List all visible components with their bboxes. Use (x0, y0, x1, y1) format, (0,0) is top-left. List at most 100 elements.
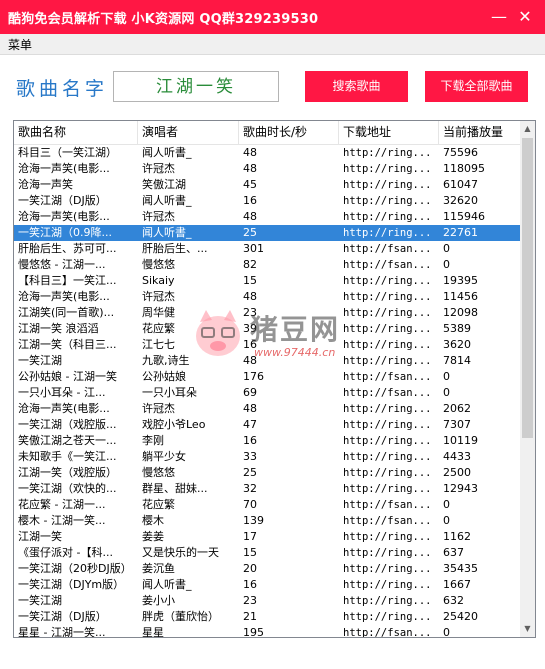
cell-download-url: http://ring... (343, 563, 432, 575)
cell-download-url: http://ring... (343, 307, 432, 319)
table-row[interactable]: 一笑江湖 姜小小 23 http://ring... 632 (14, 593, 521, 609)
cell-play-count: 10119 (443, 434, 478, 447)
cell-play-count: 0 (443, 370, 450, 383)
table-row[interactable]: 沧海一声笑(电影... 许冠杰 48 http://ring... 2062 (14, 401, 521, 417)
table-row[interactable]: 沧海一声笑(电影... 许冠杰 48 http://ring... 11456 (14, 289, 521, 305)
table-row[interactable]: 慢悠悠 - 江湖一... 慢悠悠 82 http://fsan... 0 (14, 257, 521, 273)
cell-download-url: http://ring... (343, 147, 432, 159)
close-button[interactable]: ✕ (513, 5, 537, 29)
table-row[interactable]: 《蛋仔派对 -【科... 又是快乐的一天 15 http://ring... 637 (14, 545, 521, 561)
column-header-download-url[interactable]: 下载地址 (339, 121, 439, 144)
cell-duration: 47 (243, 418, 257, 431)
cell-song-name: 一笑江湖（DJYm版） (18, 578, 125, 591)
cell-artist: 许冠杰 (142, 290, 175, 303)
column-header-duration[interactable]: 歌曲时长/秒 (239, 121, 339, 144)
cell-download-url: http://ring... (343, 483, 432, 495)
table-row[interactable]: 一笑江湖（DJYm版） 闻人听書_ 16 http://ring... 1667 (14, 577, 521, 593)
cell-download-url: http://ring... (343, 531, 432, 543)
cell-duration: 48 (243, 162, 257, 175)
cell-artist: 花应繁 (142, 498, 175, 511)
cell-download-url: http://ring... (343, 419, 432, 431)
cell-play-count: 35435 (443, 562, 478, 575)
table-row[interactable]: 未知歌手《一笑江... 躺平少女 33 http://ring... 4433 (14, 449, 521, 465)
table-row[interactable]: 肝胎后生、苏可可... 肝胎后生、... 301 http://fsan... 0 (14, 241, 521, 257)
cell-download-url: http://ring... (343, 291, 432, 303)
cell-duration: 195 (243, 626, 264, 638)
column-header-play-count[interactable]: 当前播放量 (439, 121, 521, 144)
cell-artist: Sikaiy (142, 274, 175, 287)
table-row[interactable]: 一笑江湖（20秒DJ版） 姜沉鱼 20 http://ring... 35435 (14, 561, 521, 577)
table-row[interactable]: 樱木 - 江湖一笑... 樱木 139 http://fsan... 0 (14, 513, 521, 529)
cell-duration: 23 (243, 594, 257, 607)
cell-duration: 69 (243, 386, 257, 399)
table-row[interactable]: 笑傲江湖之苍天一... 李刚 16 http://ring... 10119 (14, 433, 521, 449)
window-title: 酷狗免会员解析下载 小K资源网 QQ群329239530 (8, 12, 319, 27)
table-row[interactable]: 公孙姑娘 - 江湖一笑 公孙姑娘 176 http://fsan... 0 (14, 369, 521, 385)
table-row[interactable]: 沧海一声笑 笑傲江湖 45 http://ring... 61047 (14, 177, 521, 193)
cell-download-url: http://ring... (343, 163, 432, 175)
cell-duration: 16 (243, 338, 257, 351)
table-row[interactable]: 一笑江湖（欢快的... 群星、甜妹... 32 http://ring... 12943 (14, 481, 521, 497)
table-row[interactable]: 花应繁 - 江湖一... 花应繁 70 http://fsan... 0 (14, 497, 521, 513)
download-all-button[interactable]: 下载全部歌曲 (425, 71, 528, 102)
table-row[interactable]: 星星 - 江湖一笑... 星星 195 http://fsan... 0 (14, 625, 521, 638)
table-row[interactable]: 沧海一声笑(电影... 许冠杰 48 http://ring... 115946 (14, 209, 521, 225)
cell-artist: 许冠杰 (142, 162, 175, 175)
song-name-label: 歌曲名字 (16, 78, 109, 100)
cell-duration: 48 (243, 210, 257, 223)
table-row[interactable]: 一笑江湖（0.9降... 闻人听書_ 25 http://ring... 22761 (14, 225, 521, 241)
cell-play-count: 118095 (443, 162, 485, 175)
cell-play-count: 12098 (443, 306, 478, 319)
table-row[interactable]: 江湖一笑（科目三... 江七七 16 http://ring... 3620 (14, 337, 521, 353)
cell-play-count: 3620 (443, 338, 471, 351)
menu-item-main[interactable]: 菜单 (8, 36, 32, 53)
table-row[interactable]: 江湖笑(同一首歌)... 周华健 23 http://ring... 12098 (14, 305, 521, 321)
cell-play-count: 2062 (443, 402, 471, 415)
cell-play-count: 75596 (443, 146, 478, 159)
cell-song-name: 花应繁 - 江湖一... (18, 498, 106, 511)
column-header-artist[interactable]: 演唱者 (138, 121, 239, 144)
cell-duration: 17 (243, 530, 257, 543)
cell-song-name: 一只小耳朵 - 江... (18, 386, 106, 399)
table-row[interactable]: 一笑江湖（DJ版） 胖虎（董欣怡） 21 http://ring... 25420 (14, 609, 521, 625)
table-row[interactable]: 一只小耳朵 - 江... 一只小耳朵 69 http://fsan... 0 (14, 385, 521, 401)
cell-duration: 82 (243, 258, 257, 271)
table-row[interactable]: 江湖一笑 浪滔滔 花应繁 39 http://ring... 5389 (14, 321, 521, 337)
cell-play-count: 19395 (443, 274, 478, 287)
cell-duration: 70 (243, 498, 257, 511)
song-name-input[interactable]: 江湖一笑 (113, 71, 279, 102)
scroll-down-icon[interactable]: ▼ (520, 621, 535, 637)
table-row[interactable]: 一笑江湖（戏腔版... 戏腔小爷Leo 47 http://ring... 7307 (14, 417, 521, 433)
cell-duration: 15 (243, 546, 257, 559)
table-row[interactable]: 科目三（一笑江湖） 闻人听書_ 48 http://ring... 75596 (14, 145, 521, 161)
cell-song-name: 《蛋仔派对 -【科... (18, 546, 113, 559)
column-header-song-name[interactable]: 歌曲名称 (14, 121, 138, 144)
table-row[interactable]: 江湖一笑 姜姜 17 http://ring... 1162 (14, 529, 521, 545)
cell-download-url: http://fsan... (343, 243, 432, 255)
scroll-up-icon[interactable]: ▲ (520, 121, 535, 137)
cell-song-name: 笑傲江湖之苍天一... (18, 434, 117, 447)
cell-duration: 16 (243, 578, 257, 591)
scrollbar-thumb[interactable] (522, 138, 533, 438)
table-row[interactable]: 【科目三】一笑江... Sikaiy 15 http://ring... 19395 (14, 273, 521, 289)
cell-download-url: http://ring... (343, 355, 432, 367)
table-row[interactable]: 沧海一声笑(电影... 许冠杰 48 http://ring... 118095 (14, 161, 521, 177)
cell-play-count: 0 (443, 386, 450, 399)
title-bar: 酷狗免会员解析下载 小K资源网 QQ群329239530 — ✕ (0, 0, 545, 34)
cell-artist: 闻人听書_ (142, 194, 192, 207)
song-table[interactable]: 歌曲名称 演唱者 歌曲时长/秒 下载地址 当前播放量 科目三（一笑江湖） 闻人听書… (13, 120, 536, 638)
search-button[interactable]: 搜索歌曲 (305, 71, 408, 102)
minimize-button[interactable]: — (487, 5, 511, 29)
table-row[interactable]: 江湖一笑（戏腔版） 慢悠悠 25 http://ring... 2500 (14, 465, 521, 481)
cell-download-url: http://fsan... (343, 259, 432, 271)
cell-song-name: 江湖一笑 浪滔滔 (18, 322, 99, 335)
cell-artist: 姜小小 (142, 594, 175, 607)
cell-duration: 15 (243, 274, 257, 287)
cell-song-name: 慢悠悠 - 江湖一... (18, 258, 106, 271)
table-row[interactable]: 一笑江湖（DJ版） 闻人听書_ 16 http://ring... 32620 (14, 193, 521, 209)
vertical-scrollbar[interactable]: ▲ ▼ (520, 121, 535, 637)
cell-play-count: 61047 (443, 178, 478, 191)
cell-artist: 闻人听書_ (142, 226, 192, 239)
table-row[interactable]: 一笑江湖 九歌,诗生 48 http://ring... 7814 (14, 353, 521, 369)
cell-play-count: 637 (443, 546, 464, 559)
